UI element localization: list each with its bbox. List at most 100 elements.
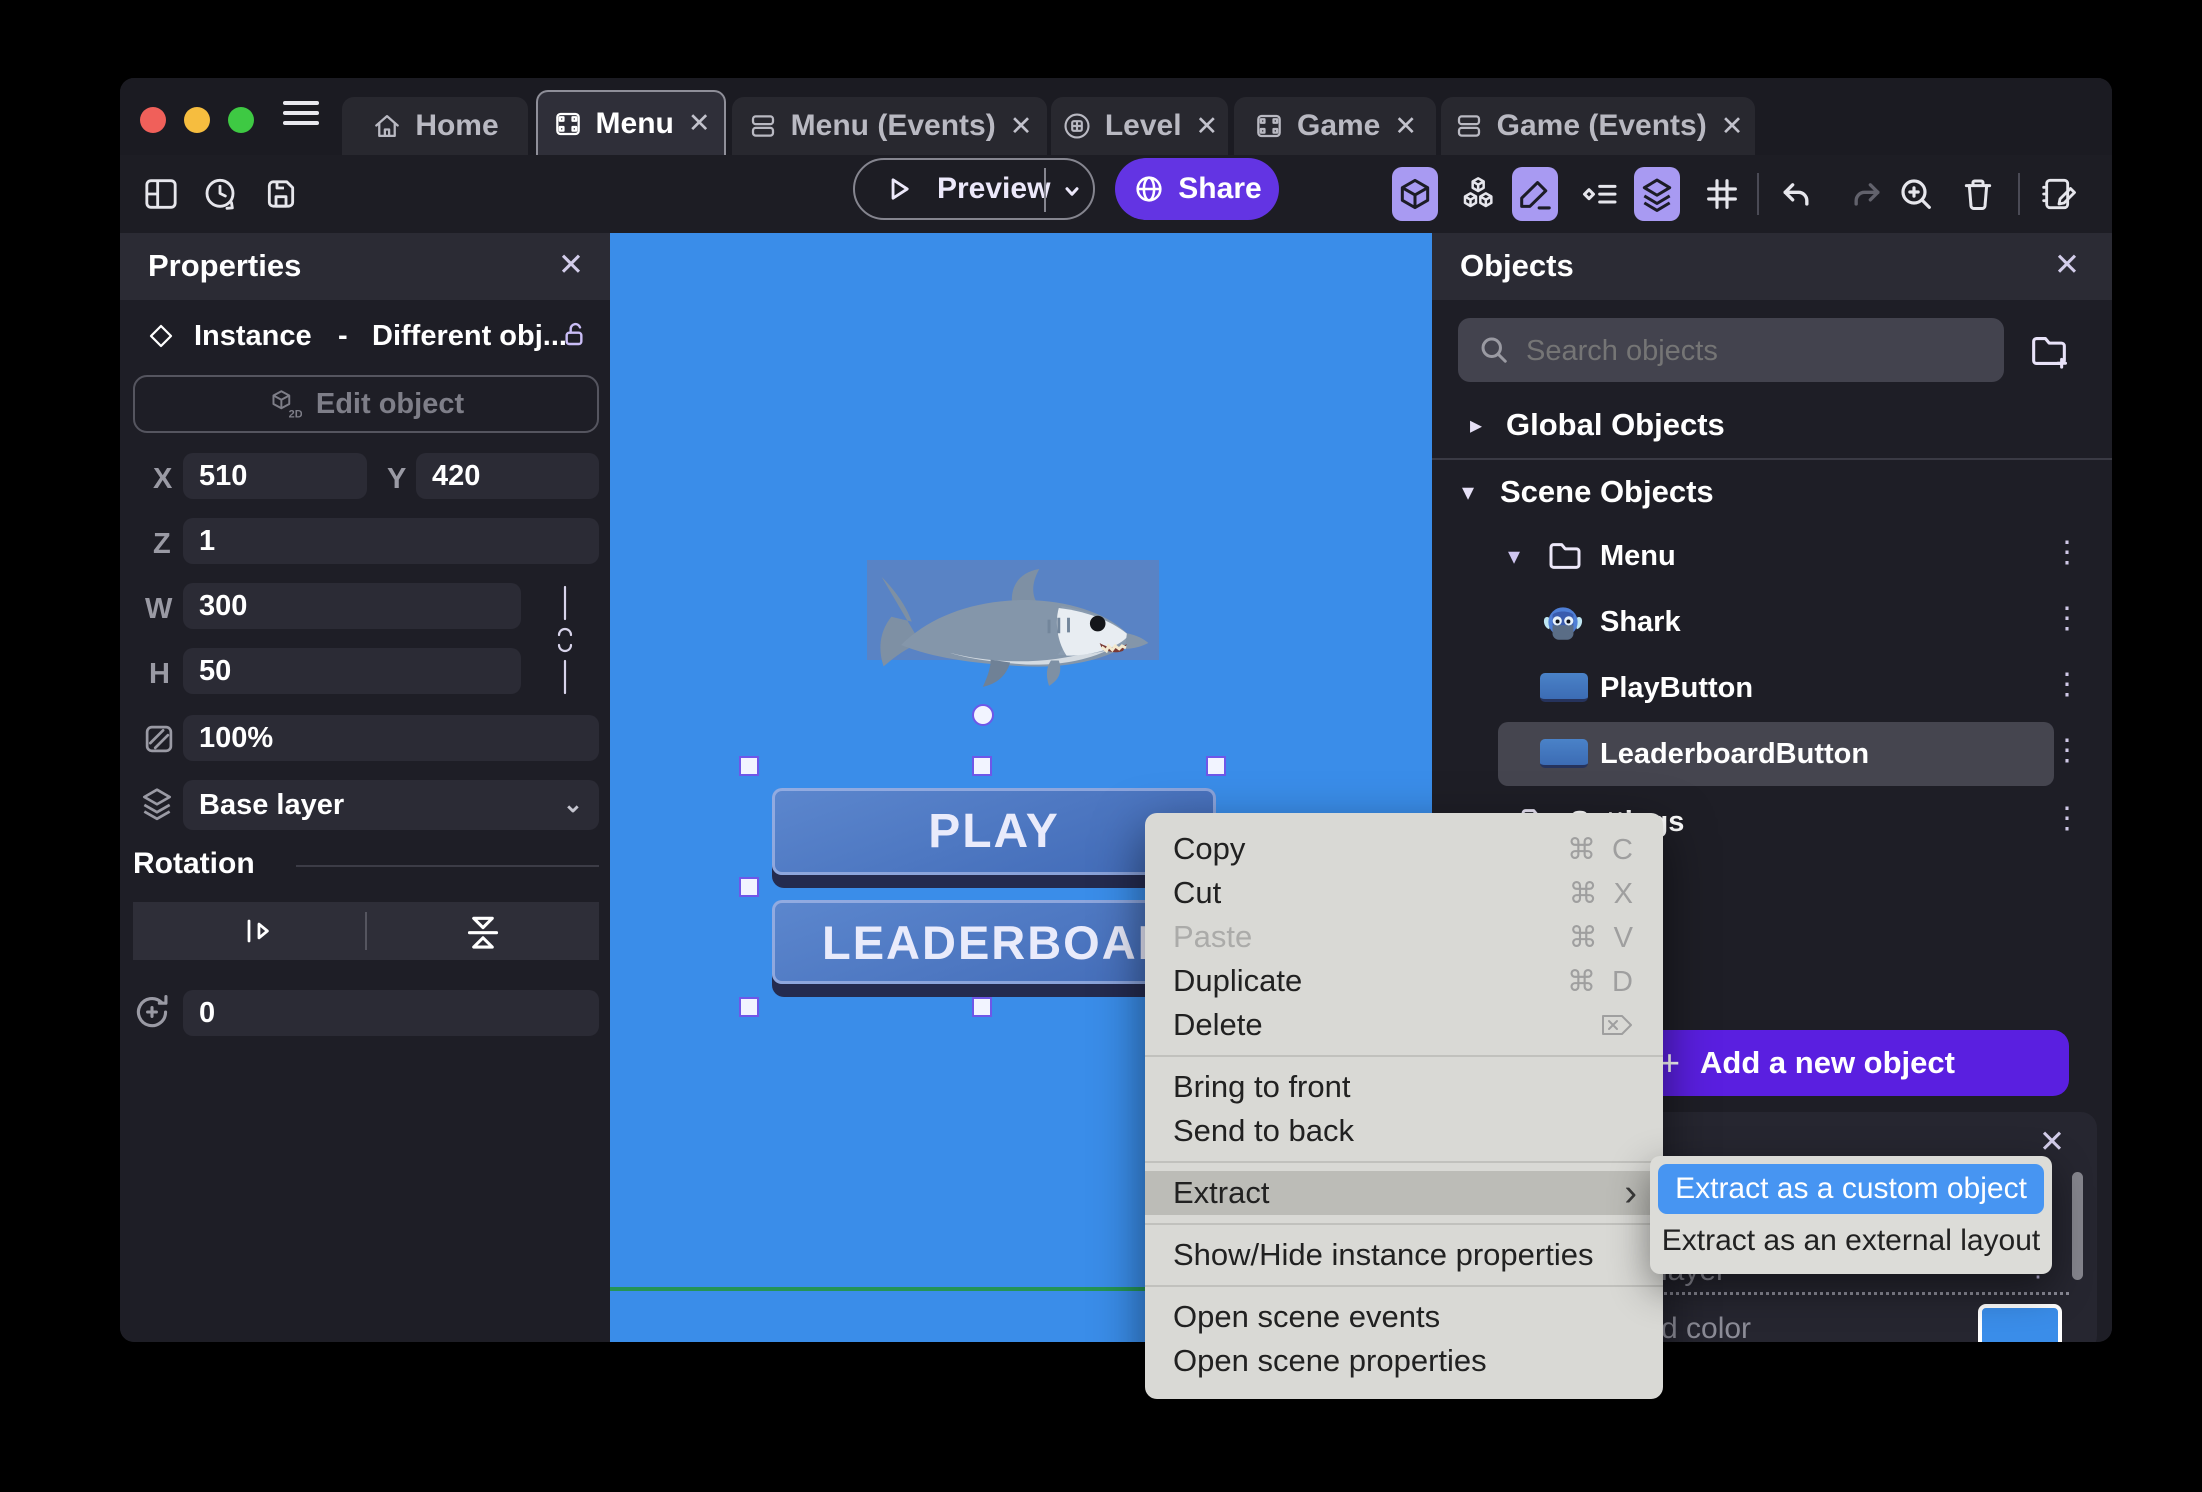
objects-cubes-icon[interactable]	[1456, 167, 1502, 221]
tab-close-icon[interactable]: ✕	[1721, 111, 1744, 142]
menu-item-show-hide-instance-properties[interactable]: Show/Hide instance properties	[1145, 1233, 1663, 1277]
collapse-arrow-icon[interactable]: ▾	[1508, 542, 1520, 571]
selection-handle-bottom-left[interactable]	[739, 997, 759, 1017]
events-icon	[1453, 110, 1485, 142]
collapse-arrow-icon[interactable]: ▾	[1462, 478, 1474, 507]
menu-item-bring-to-front[interactable]: Bring to front	[1145, 1065, 1663, 1109]
close-icon[interactable]: ✕	[558, 247, 584, 283]
add-folder-icon[interactable]	[2026, 328, 2072, 374]
share-button[interactable]: Share	[1115, 158, 1279, 220]
rotation-section-title: Rotation	[133, 847, 255, 880]
y-input[interactable]	[416, 453, 599, 499]
search-input[interactable]	[1524, 318, 1988, 384]
menu-item-copy[interactable]: Copy ⌘ C	[1145, 827, 1663, 871]
selection-handle-middle-left[interactable]	[739, 877, 759, 897]
kebab-menu-icon[interactable]: ⋮	[2052, 538, 2082, 568]
menu-item-open-scene-properties[interactable]: Open scene properties	[1145, 1339, 1663, 1383]
notebook-edit-icon[interactable]	[2036, 167, 2082, 221]
tree-row-leaderboardbutton-selected[interactable]: LeaderboardButton ⋮	[1498, 722, 2082, 786]
save-icon[interactable]	[261, 174, 301, 214]
traffic-light-close[interactable]	[140, 107, 166, 133]
tree-label: LeaderboardButton	[1600, 738, 1870, 770]
selection-handle-top-middle[interactable]	[972, 756, 992, 776]
zoom-in-icon[interactable]	[1893, 167, 1939, 221]
h-input[interactable]	[183, 648, 521, 694]
edit-object-label: Edit object	[315, 387, 465, 420]
tab-game-events[interactable]: Game (Events) ✕	[1441, 97, 1755, 155]
panel-layout-icon[interactable]	[141, 174, 181, 214]
tab-menu-events[interactable]: Menu (Events) ✕	[732, 97, 1047, 155]
menu-item-duplicate[interactable]: Duplicate ⌘ D	[1145, 959, 1663, 1003]
layer-select[interactable]: Base layer ⌄	[183, 780, 599, 830]
scene-objects-section[interactable]: Scene Objects	[1500, 474, 1714, 510]
menu-item-delete[interactable]: Delete	[1145, 1003, 1663, 1047]
preview-button[interactable]: Preview	[853, 158, 1095, 220]
menu-item-send-to-back[interactable]: Send to back	[1145, 1109, 1663, 1153]
flip-vertical-button[interactable]	[367, 902, 599, 960]
hamburger-menu-icon[interactable]	[283, 95, 319, 131]
objects-header: Objects ✕	[1432, 233, 2112, 300]
rotation-input[interactable]	[183, 990, 599, 1036]
add-new-object-label: Add a new object	[1700, 1045, 1955, 1080]
edit-object-button[interactable]: 2D Edit object	[133, 375, 599, 433]
w-input[interactable]	[183, 583, 521, 629]
tab-menu[interactable]: Menu ✕	[536, 90, 726, 155]
properties-title: Properties	[148, 248, 302, 283]
menu-item-paste: Paste ⌘ V	[1173, 919, 1637, 954]
opacity-icon	[140, 720, 178, 758]
selection-handle-top-left[interactable]	[739, 756, 759, 776]
menu-item-cut[interactable]: Cut ⌘ X	[1145, 871, 1663, 915]
z-input[interactable]	[183, 518, 599, 564]
kebab-menu-icon[interactable]: ⋮	[2052, 604, 2082, 634]
menu-item-extract[interactable]: Extract ›	[1145, 1171, 1663, 1215]
traffic-light-zoom[interactable]	[228, 107, 254, 133]
history-icon[interactable]	[200, 174, 240, 214]
shark-sprite[interactable]	[868, 565, 1160, 687]
edit-pencil-icon[interactable]	[1512, 167, 1558, 221]
rotate-handle[interactable]	[972, 704, 994, 726]
kebab-menu-icon[interactable]: ⋮	[2052, 736, 2082, 766]
flip-horizontal-button[interactable]	[133, 902, 365, 960]
kebab-menu-icon[interactable]: ⋮	[2052, 670, 2082, 700]
instances-list-icon[interactable]	[1577, 167, 1623, 221]
redo-icon[interactable]	[1844, 167, 1890, 221]
layers-small-icon	[138, 784, 176, 822]
folder-icon	[1544, 535, 1586, 577]
flip-toolbar	[133, 902, 599, 960]
unlock-icon[interactable]	[558, 318, 590, 350]
tab-level[interactable]: Level ✕	[1051, 97, 1228, 155]
submenu-item-extract-external-layout[interactable]: Extract as an external layout	[1658, 1216, 2044, 1266]
tab-label: Level	[1104, 109, 1182, 142]
layers-icon[interactable]	[1634, 167, 1680, 221]
selection-handle-top-right[interactable]	[1206, 756, 1226, 776]
tab-home[interactable]: Home	[342, 97, 528, 155]
submenu-item-extract-custom-object[interactable]: Extract as a custom object	[1658, 1164, 2044, 1214]
close-icon[interactable]: ✕	[2054, 247, 2080, 283]
tab-close-icon[interactable]: ✕	[1394, 111, 1417, 142]
shortcut: ⌘ X	[1568, 877, 1637, 910]
grid-icon[interactable]	[1699, 167, 1745, 221]
close-icon[interactable]: ✕	[2039, 1124, 2065, 1160]
color-swatch[interactable]	[1978, 1304, 2062, 1342]
tab-close-icon[interactable]: ✕	[688, 108, 711, 139]
traffic-light-minimize[interactable]	[184, 107, 210, 133]
search-box[interactable]	[1458, 318, 2004, 384]
global-objects-section[interactable]: Global Objects	[1506, 407, 1725, 443]
kebab-menu-icon[interactable]: ⋮	[2052, 804, 2082, 834]
selection-handle-bottom-middle[interactable]	[972, 997, 992, 1017]
tab-game[interactable]: Game ✕	[1234, 97, 1436, 155]
tab-close-icon[interactable]: ✕	[1196, 111, 1219, 142]
opacity-input[interactable]	[183, 715, 599, 761]
expand-arrow-icon[interactable]: ▸	[1470, 411, 1482, 440]
tree-label: PlayButton	[1600, 672, 1754, 704]
trash-icon[interactable]	[1955, 167, 2001, 221]
cube-3d-icon[interactable]	[1392, 167, 1438, 221]
scrollbar-thumb[interactable]	[2072, 1172, 2083, 1280]
preview-label: Preview	[937, 172, 1051, 205]
chevron-down-icon[interactable]	[1057, 176, 1087, 206]
menu-item-open-scene-events[interactable]: Open scene events	[1145, 1295, 1663, 1339]
link-dimensions-icon[interactable]	[552, 585, 578, 695]
x-input[interactable]	[183, 453, 367, 499]
undo-icon[interactable]	[1773, 167, 1819, 221]
tab-close-icon[interactable]: ✕	[1010, 111, 1033, 142]
